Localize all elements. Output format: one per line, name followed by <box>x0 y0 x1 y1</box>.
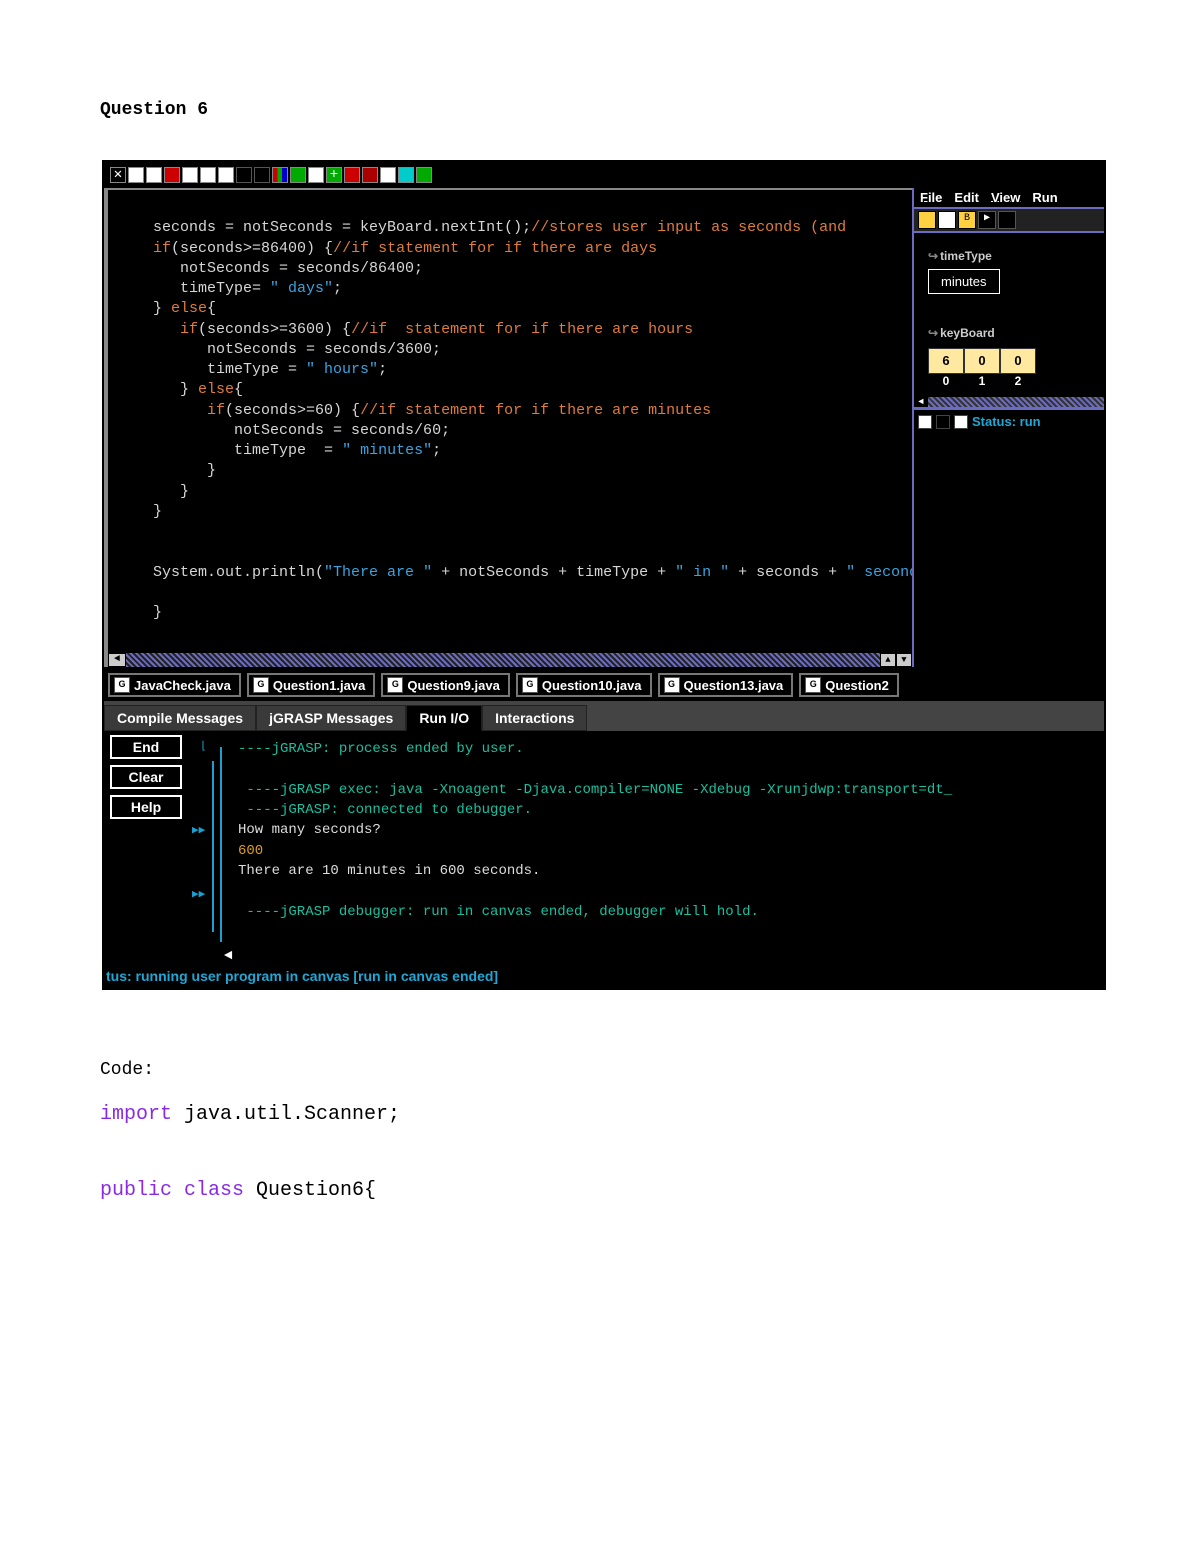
var-keyBoard-label: keyBoard <box>928 326 1096 340</box>
page-title: Question 6 <box>100 100 1100 120</box>
kb-cell-1: 0 <box>964 348 1000 374</box>
tool-doc1-icon[interactable] <box>182 167 198 183</box>
debug-status-bar: Status: run <box>914 407 1104 433</box>
tool-play-icon[interactable] <box>380 167 396 183</box>
io-clear-button[interactable]: Clear <box>110 765 182 789</box>
debug-status-text: Status: run <box>972 414 1041 429</box>
code-label: Code: <box>100 1060 1100 1080</box>
menu-view[interactable]: View <box>991 190 1020 205</box>
tool-bars-icon[interactable] <box>272 167 288 183</box>
tool-copy-icon[interactable] <box>128 167 144 183</box>
msg-tab-compile-messages[interactable]: Compile Messages <box>104 705 256 731</box>
io-help-button[interactable]: Help <box>110 795 182 819</box>
kb-idx-1: 1 <box>964 374 1000 388</box>
debug-status-icon-2 <box>936 415 950 429</box>
tool-run-icon[interactable] <box>344 167 360 183</box>
tool-doc2-icon[interactable] <box>200 167 216 183</box>
io-side-buttons: End Clear Help <box>110 735 182 942</box>
tool-undo-icon[interactable] <box>164 167 180 183</box>
msg-tab-jgrasp-messages[interactable]: jGRASP Messages <box>256 705 406 731</box>
io-play-icon: ▶▶ <box>192 823 205 837</box>
tool-dark2-icon[interactable] <box>254 167 270 183</box>
menu-run[interactable]: Run <box>1032 190 1057 205</box>
file-tab-4[interactable]: GQuestion13.java <box>658 673 794 697</box>
file-tab-5[interactable]: GQuestion2 <box>799 673 899 697</box>
debug-save-icon[interactable] <box>938 211 956 229</box>
tool-doc3-icon[interactable] <box>218 167 234 183</box>
tool-paste-icon[interactable] <box>146 167 162 183</box>
java-file-icon: G <box>664 677 680 693</box>
editor-content: seconds = notSeconds = keyBoard.nextInt(… <box>108 190 912 651</box>
file-tab-2[interactable]: GQuestion9.java <box>381 673 509 697</box>
tool-canvas-icon[interactable] <box>398 167 414 183</box>
debug-hscroll[interactable]: ◄ <box>914 396 1104 407</box>
var-timeType-value: minutes <box>928 269 1000 294</box>
main-toolbar: ✕ + <box>104 162 1104 188</box>
var-timeType-label: timeType <box>928 249 1096 263</box>
var-keyBoard-block: keyBoard 6 0 0 0 1 2 <box>914 302 1104 396</box>
code-editor[interactable]: seconds = notSeconds = keyBoard.nextInt(… <box>104 188 912 667</box>
tool-last-icon[interactable] <box>416 167 432 183</box>
tool-plus-icon[interactable]: + <box>326 167 342 183</box>
debug-menubar[interactable]: File Edit View Run <box>914 188 1104 207</box>
messages-section: Compile MessagesjGRASP MessagesRun I/OIn… <box>104 701 1104 962</box>
debug-toolbar: B ▶ <box>914 207 1104 233</box>
debug-status-icon <box>918 415 932 429</box>
ide-window: ✕ + seconds = notSeconds = keyBoard.next… <box>102 160 1106 990</box>
tool-close-icon[interactable]: ✕ <box>110 167 126 183</box>
debug-step-icon[interactable] <box>998 211 1016 229</box>
scroll-down-icon[interactable]: ▼ <box>896 653 912 667</box>
java-file-icon: G <box>805 677 821 693</box>
var-timeType-block: timeType minutes <box>914 233 1104 302</box>
io-scroll-left-icon[interactable]: ◄ <box>224 948 232 962</box>
io-marker-icon: ⌊ <box>200 739 207 753</box>
io-gutter: ⌊ ▶▶ ▶▶ <box>192 735 228 942</box>
tool-book-icon[interactable] <box>308 167 324 183</box>
debug-play-icon[interactable]: ▶ <box>978 211 996 229</box>
kb-idx-0: 0 <box>928 374 964 388</box>
debug-status-icon-3 <box>954 415 968 429</box>
scroll-left-icon[interactable]: ◄ <box>108 653 126 667</box>
kb-idx-2: 2 <box>1000 374 1036 388</box>
txt-import-rest: java.util.Scanner; <box>172 1103 400 1126</box>
msg-tab-run-i-o[interactable]: Run I/O <box>406 705 482 731</box>
java-file-icon: G <box>387 677 403 693</box>
keyboard-cells: 6 0 0 <box>928 348 1096 374</box>
menu-file[interactable]: File <box>920 190 942 205</box>
io-hscrollbar[interactable]: ◄ <box>224 948 1104 962</box>
file-tab-1[interactable]: GQuestion1.java <box>247 673 375 697</box>
debug-scroll-left-icon[interactable]: ◄ <box>914 397 928 407</box>
messages-tabs: Compile MessagesjGRASP MessagesRun I/OIn… <box>104 705 1104 731</box>
debug-open-icon[interactable] <box>918 211 936 229</box>
code-listing: import java.util.Scanner; public class Q… <box>100 1096 1100 1210</box>
io-end-button[interactable]: End <box>110 735 182 759</box>
io-output: ----jGRASP: process ended by user. ----j… <box>238 735 1098 942</box>
kb-cell-0: 6 <box>928 348 964 374</box>
msg-tab-interactions[interactable]: Interactions <box>482 705 587 731</box>
kw-import: import <box>100 1103 172 1126</box>
debug-b-icon[interactable]: B <box>958 211 976 229</box>
scroll-up-icon[interactable]: ▲ <box>880 653 896 667</box>
editor-hscrollbar[interactable]: ◄ ▲ ▼ <box>108 651 912 667</box>
io-play2-icon: ▶▶ <box>192 887 205 901</box>
ide-status-bar: tus: running user program in canvas [run… <box>104 962 1104 988</box>
debug-panel: File Edit View Run B ▶ timeType minutes <box>912 188 1104 667</box>
tool-dark1-icon[interactable] <box>236 167 252 183</box>
java-file-icon: G <box>253 677 269 693</box>
file-tab-3[interactable]: GQuestion10.java <box>516 673 652 697</box>
scroll-track[interactable] <box>126 653 880 667</box>
tool-bug-icon[interactable] <box>362 167 378 183</box>
java-file-icon: G <box>114 677 130 693</box>
file-tabs: GJavaCheck.javaGQuestion1.javaGQuestion9… <box>104 667 1104 701</box>
tool-flow-icon[interactable] <box>290 167 306 183</box>
menu-edit[interactable]: Edit <box>954 190 979 205</box>
kw-public-class: public class <box>100 1179 244 1202</box>
java-file-icon: G <box>522 677 538 693</box>
txt-classname: Question6{ <box>244 1179 376 1202</box>
file-tab-0[interactable]: GJavaCheck.java <box>108 673 241 697</box>
kb-cell-2: 0 <box>1000 348 1036 374</box>
